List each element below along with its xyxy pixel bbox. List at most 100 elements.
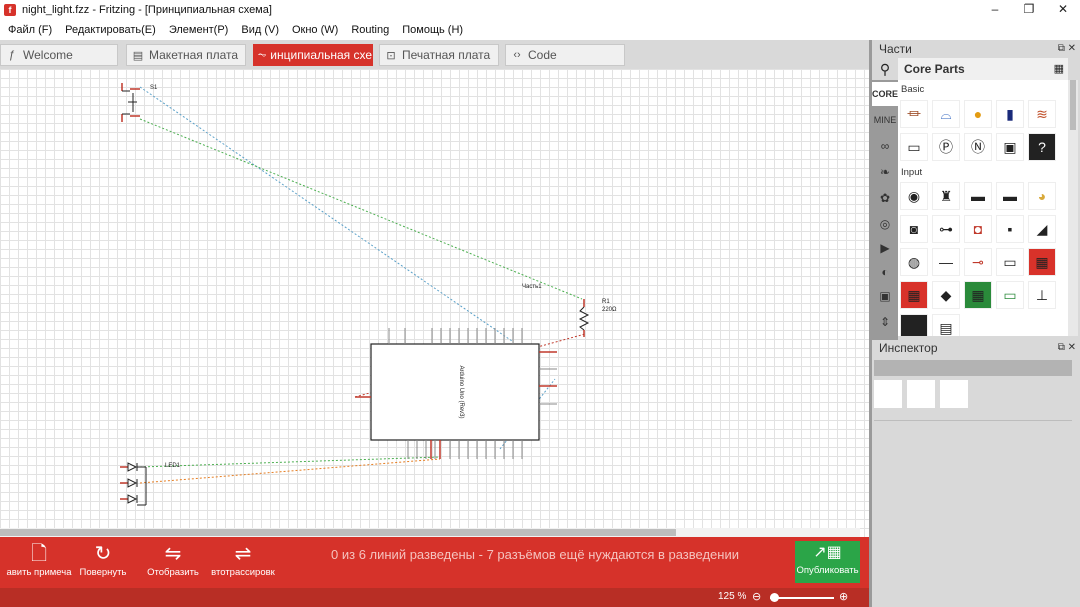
menu-help[interactable]: Помощь (H) [398,24,467,36]
tab-label: Welcome [23,48,73,62]
piezo-part-icon[interactable]: ◕ [1028,182,1056,210]
slide-potentiometer-part-icon[interactable]: ♜ [932,182,960,210]
npn-transistor-part-icon[interactable]: Ⓝ [964,133,992,161]
flip-button[interactable]: ⇋ Отобразить [134,541,212,585]
trimmer-part-icon[interactable]: ◙ [900,215,928,243]
electrolytic-capacitor-part-icon[interactable]: ▮ [996,100,1024,128]
ldr-part-icon[interactable]: ⊸ [964,248,992,276]
diode-part-icon[interactable]: ▭ [900,133,928,161]
ratsnest-line[interactable] [139,458,441,484]
tilt-switch-part-icon[interactable]: ◢ [1028,215,1056,243]
inspector-title: Инспектор [879,341,938,355]
bottom-toolbar: 🗋 авить примеча ↻ Повернуть ⇋ Отобразить… [0,537,869,588]
window-title: night_light.fzz - Fritzing - [Принципиал… [22,4,272,16]
scroll-bins-icon[interactable]: ⇕ [872,310,898,334]
tab-welcome[interactable]: ƒ Welcome [0,44,118,66]
sparkfun-bin-icon[interactable]: ❧ [872,160,898,184]
publish-button[interactable]: ↗▦ Опубликовать [795,541,860,583]
switch-s1[interactable] [121,83,140,122]
ratsnest-line[interactable] [139,86,513,342]
ir-sensor-part-icon[interactable]: ▭ [996,248,1024,276]
breadboard-preview [874,380,902,408]
scrollbar-thumb[interactable] [0,529,676,536]
inductor-part-icon[interactable]: ≋ [1028,100,1056,128]
keypad-part-icon[interactable]: ◍ [900,248,928,276]
inspector-panel-controls[interactable]: ⧉ ✕ [1058,342,1076,353]
ceramic-capacitor-part-icon[interactable]: ⌓ [932,100,960,128]
zoom-slider[interactable] [770,597,834,599]
header-part-icon[interactable]: ▬ [996,182,1024,210]
bin-name: Core Parts [904,62,965,76]
resistor-part-icon[interactable]: ⏛ [900,100,928,128]
right-dock: Части ⧉ ✕ ⚲ CORE MINE ∞ ❧ ✿ ◎ ▶ ◐ ▣ ⇕ Co… [869,40,1080,607]
pcb-icon: ⊡ [386,49,396,62]
menu-part[interactable]: Элемент(P) [165,24,233,36]
tantalum-capacitor-part-icon[interactable]: ● [964,100,992,128]
mystery-part-icon[interactable]: ? [1028,133,1056,161]
joystick-part-icon[interactable]: ⊥ [1028,281,1056,309]
minimize-button[interactable]: – [978,0,1012,20]
humidity-sensor-part-icon[interactable]: ▤ [932,314,960,336]
switch-part-icon[interactable]: ⊶ [932,215,960,243]
bin-tab-mine[interactable]: MINE [872,108,898,132]
zoom-level: 125 % [718,591,747,602]
zoom-in-icon[interactable]: ⊕ [839,590,848,603]
sensor-board-part-icon[interactable]: ▦ [1028,248,1056,276]
accelerometer-part-icon[interactable]: ▦ [900,281,928,309]
autoroute-button[interactable]: ⇌ втотрассировк [204,541,282,585]
schematic-canvas[interactable]: S1 R1 220Ω Часть1 Arduino Uno (Rev3) LED… [0,69,869,537]
parts-panel-controls[interactable]: ⧉ ✕ [1058,43,1076,54]
rotary-encoder-part-icon[interactable]: ▬ [964,182,992,210]
snootlab-bin-icon[interactable]: ◐ [872,260,898,284]
inspector-title-field[interactable] [874,360,1072,376]
rfid-part-icon[interactable] [900,314,928,336]
zoom-slider-handle[interactable] [770,593,779,602]
zoom-out-icon[interactable]: ⊖ [752,590,761,603]
tab-schematic[interactable]: ⏦ инципиальная схе [253,44,373,66]
menu-file[interactable]: Файл (F) [4,24,56,36]
menu-window[interactable]: Окно (W) [288,24,342,36]
resistor-r1[interactable] [578,299,590,337]
breadboard-icon: ▤ [132,49,144,62]
fsr-part-icon[interactable]: ▭ [996,281,1024,309]
led-led1[interactable] [120,462,147,506]
tab-code[interactable]: ‹› Code [505,44,625,66]
canvas-horizontal-scrollbar[interactable] [0,528,860,537]
arduino-bin-icon[interactable]: ∞ [872,134,898,158]
intel-bin-icon[interactable]: ◎ [872,212,898,236]
fritzing-window: f night_light.fzz - Fritzing - [Принципи… [0,0,1080,607]
pushbutton-part-icon[interactable]: ◘ [964,215,992,243]
parts-scrollbar[interactable] [1068,80,1078,336]
rotate-button[interactable]: ↻ Повернуть [64,541,142,585]
code-icon: ‹› [513,49,521,61]
fritzing-icon: ƒ [8,49,16,61]
tab-breadboard[interactable]: ▤ Макетная плата [126,44,246,66]
bin-tab-core[interactable]: CORE [872,82,898,106]
scrollbar-thumb[interactable] [1070,80,1076,130]
window-controls: – ❐ ✕ [978,0,1080,20]
toggle-switch-part-icon[interactable]: ▪ [996,215,1024,243]
bin-menu-icon[interactable]: ▦ [1054,62,1064,75]
arduino-uno[interactable] [355,328,557,459]
pcb-preview [940,380,968,408]
menu-routing[interactable]: Routing [347,24,393,36]
pnp-transistor-part-icon[interactable]: Ⓟ [932,133,960,161]
voltage-regulator-part-icon[interactable]: ▣ [996,133,1024,161]
search-icon[interactable]: ⚲ [872,58,898,80]
play-bin-icon[interactable]: ▶ [872,236,898,260]
ratsnest-line[interactable] [139,456,441,468]
tab-pcb[interactable]: ⊡ Печатная плата [379,44,499,66]
inspector-header: Инспектор ⧉ ✕ [869,338,1080,358]
iot-bin-icon[interactable]: ▣ [872,284,898,308]
close-button[interactable]: ✕ [1046,0,1080,20]
gps-module-part-icon[interactable]: ▦ [964,281,992,309]
restore-button[interactable]: ❐ [1012,0,1046,20]
temperature-sensor-part-icon[interactable]: ◆ [932,281,960,309]
ratsnest-line[interactable] [139,118,583,300]
schematic-icon: ⏦ [257,48,267,61]
menu-edit[interactable]: Редактировать(E) [61,24,160,36]
seeed-bin-icon[interactable]: ✿ [872,186,898,210]
menu-view[interactable]: Вид (V) [237,24,283,36]
potentiometer-part-icon[interactable]: ◉ [900,182,928,210]
reed-switch-part-icon[interactable]: — [932,248,960,276]
